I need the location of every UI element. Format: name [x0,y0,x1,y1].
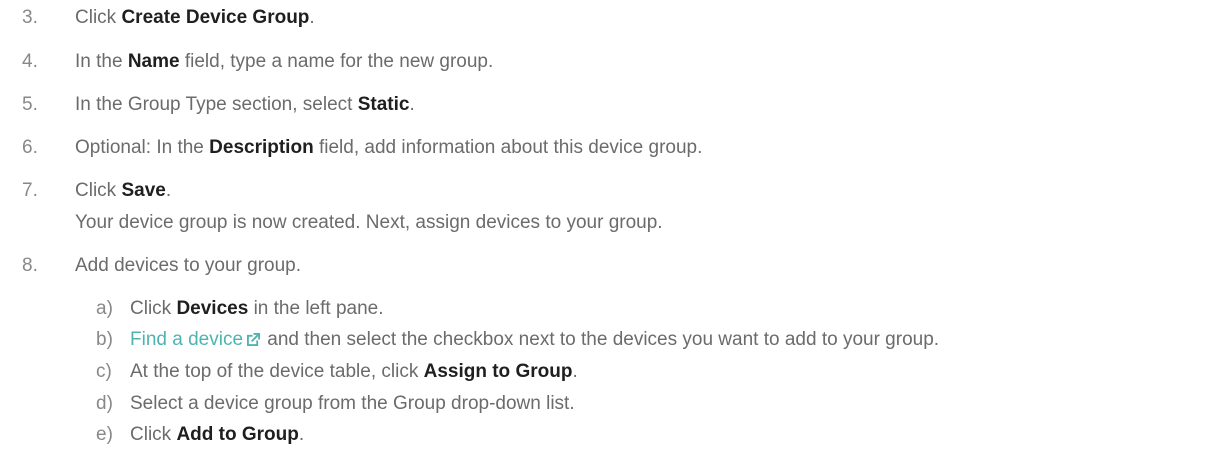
ui-label-create-device-group: Create Device Group [121,7,310,28]
substep-letter: c) [96,361,112,382]
step-text: In the Name field, type a name for the n… [75,51,493,73]
step-number: 3. [22,7,38,28]
step-text-post: field, add information about this device… [313,137,703,158]
substep-text: Click Add to Group. [130,424,304,446]
step-text-post: field, type a name for the new group. [179,51,494,72]
substep-letter: e) [96,424,113,445]
ui-label-name: Name [127,51,180,72]
substep-letter: a) [96,298,113,319]
step-text-post: . [409,94,415,115]
step-text: Click Create Device Group. [75,7,315,29]
step-result-text: Your device group is now created. Next, … [75,212,663,233]
step-text-pre: Optional: In the [75,137,210,158]
instruction-list: 3. Click Create Device Group. 4. In the … [0,0,1224,456]
step-number: 5. [22,94,38,115]
step-number: 7. [22,180,38,201]
substep-text: Find a device and then select the checkb… [130,329,939,351]
step-text-post: . [165,180,172,201]
step-text: Optional: In the Description field, add … [75,137,702,159]
ui-label-assign-to-group: Assign to Group [423,361,573,382]
ui-label-static: Static [357,94,410,115]
ui-label-add-to-group: Add to Group [176,424,299,445]
substep-text-pre: Click [130,424,177,445]
step-text: Add devices to your group. [75,255,302,276]
step-number: 8. [22,255,38,276]
substep-letter: d) [96,393,113,414]
step-text-post: . [309,7,315,28]
step-text-pre: Click [75,180,122,201]
substep-text: At the top of the device table, click As… [130,361,578,383]
step-text-pre: In the Group Type section, select [75,94,358,115]
substep-text-post: . [298,424,305,445]
substep-text-pre: At the top of the device table, click [130,361,424,382]
step-number: 4. [22,51,38,72]
substep-letter: b) [96,329,113,350]
substep-text: Select a device group from the Group dro… [130,393,575,414]
step-text-pre: In the [75,51,128,72]
step-text-pre: Click [75,7,122,28]
external-link-icon[interactable] [247,333,261,346]
step-text: In the Group Type section, select Static… [75,94,415,116]
step-number: 6. [22,137,38,158]
find-a-device-link[interactable]: Find a device [130,329,243,350]
substep-text-post: . [572,361,578,382]
substep-text-post: and then select the checkbox next to the… [262,329,940,350]
substep-text-pre: Click [130,298,177,319]
substep-text-post: in the left pane. [248,298,384,319]
ui-label-description: Description [209,137,314,158]
step-text: Click Save. [75,180,171,202]
substep-text: Click Devices in the left pane. [130,298,384,320]
ui-label-save: Save [121,180,166,201]
ui-label-devices: Devices [176,298,249,319]
